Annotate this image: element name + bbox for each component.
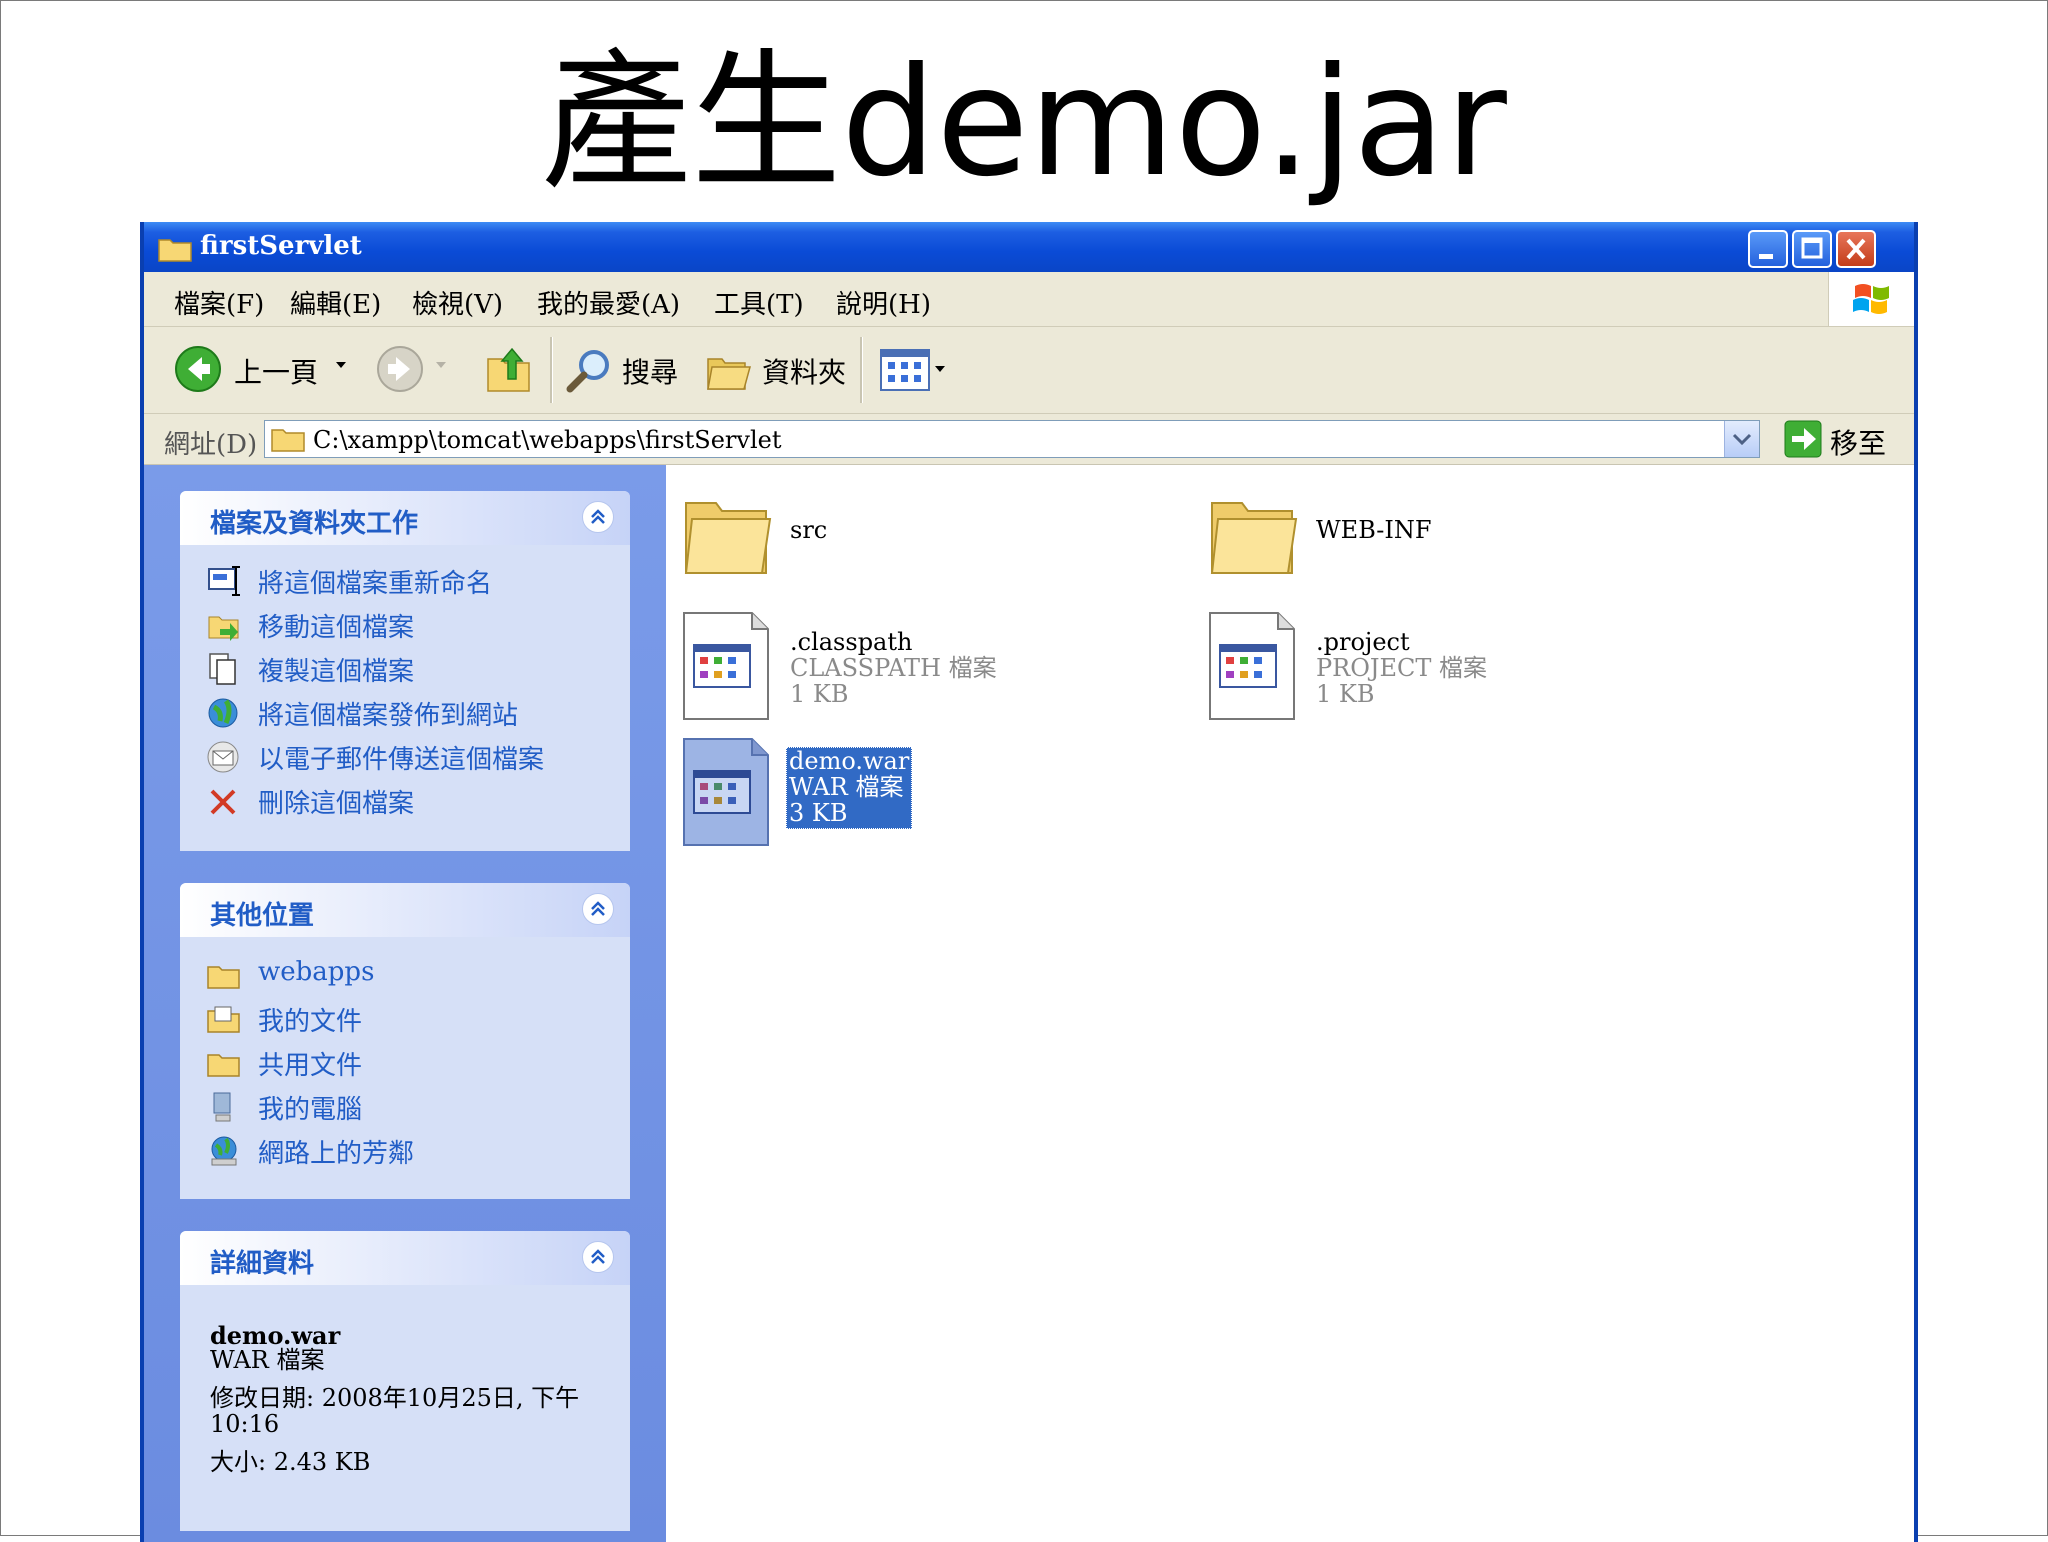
menu-bar: 檔案(F) 編輯(E) 檢視(V) 我的最愛(A) 工具(T) 說明(H) [144,272,1914,327]
toolbar-separator [550,337,553,403]
place-label: 網路上的芳鄰 [258,1139,415,1169]
explorer-window: firstServlet 檔案(F) 編輯(E) 檢視(V) 我的最愛(A) 工… [140,222,1918,1542]
toolbar: 上一頁 搜尋 資料夾 [144,327,1914,414]
place-label: 我的電腦 [258,1095,363,1125]
file-size: 1 KB [1316,680,1375,708]
details-panel: 詳細資料 demo.war WAR 檔案 修改日期: 2008年10月25日, … [180,1231,630,1531]
details-title: 詳細資料 [210,1249,315,1279]
copy-icon [206,651,242,687]
file-name: .project [1316,628,1410,656]
task-label: 移動這個檔案 [258,613,415,643]
task-label: 刪除這個檔案 [258,789,415,819]
task-label: 將這個檔案發佈到網站 [258,701,519,731]
details-size: 大小: 2.43 KB [210,1448,371,1476]
back-arrow-icon[interactable] [174,345,222,397]
collapse-icon[interactable] [582,501,614,533]
place-label: 我的文件 [258,1007,363,1037]
file-tasks-title: 檔案及資料夾工作 [210,509,419,539]
file-document-icon [1208,611,1298,720]
other-places-panel: 其他位置 webapps 我的文件 共用文件 我的電腦 網路上的芳鄰 [180,883,630,1199]
file-name: demo.war [789,747,910,775]
place-label: 共用文件 [258,1051,363,1081]
file-document-icon [682,737,772,846]
folder-icon [206,957,242,993]
toolbar-separator [860,337,863,403]
other-places-title: 其他位置 [210,901,315,931]
close-button[interactable] [1836,230,1876,268]
minimize-icon [1759,254,1773,259]
details-modified-time: 10:16 [210,1410,280,1438]
details-file-type: WAR 檔案 [210,1346,325,1374]
menu-edit[interactable]: 編輯(E) [290,284,381,321]
file-type: PROJECT 檔案 [1316,654,1488,682]
menu-favorites[interactable]: 我的最愛(A) [537,284,680,321]
folder-icon [682,489,772,589]
place-label: webapps [258,957,375,987]
folders-button[interactable]: 資料夾 [762,351,846,391]
menu-view[interactable]: 檢視(V) [412,284,503,321]
address-path: C:\xampp\tomcat\webapps\firstServlet [313,426,782,454]
folder-icon [158,236,192,266]
title-bar[interactable]: firstServlet [144,222,1914,272]
collapse-icon[interactable] [582,1241,614,1273]
forward-dropdown-icon[interactable] [434,357,448,376]
network-icon [206,1133,242,1169]
selection-highlight: demo.war WAR 檔案 3 KB [786,747,912,829]
documents-icon [206,1001,242,1037]
collapse-icon[interactable] [582,893,614,925]
file-type: WAR 檔案 [789,773,904,801]
back-button[interactable]: 上一頁 [234,351,318,391]
folder-icon [1208,489,1298,589]
file-tasks-header[interactable]: 檔案及資料夾工作 [180,491,630,545]
file-name: src [790,516,828,544]
up-folder-icon[interactable] [484,343,534,399]
views-icon[interactable] [880,349,948,395]
maximize-icon [1801,237,1823,259]
menu-tools[interactable]: 工具(T) [714,284,804,321]
file-document-icon [682,611,772,720]
close-icon [1846,238,1866,260]
other-places-header[interactable]: 其他位置 [180,883,630,937]
address-dropdown-button[interactable] [1724,421,1759,457]
computer-icon [206,1089,242,1125]
menu-file[interactable]: 檔案(F) [174,284,264,321]
folders-icon[interactable] [704,345,754,399]
search-button[interactable]: 搜尋 [622,351,678,391]
back-dropdown-icon[interactable] [334,357,348,376]
task-label: 複製這個檔案 [258,657,415,687]
menu-help[interactable]: 說明(H) [836,284,931,321]
details-modified: 修改日期: 2008年10月25日, 下午 [210,1384,580,1412]
details-header[interactable]: 詳細資料 [180,1231,630,1285]
task-pane: 檔案及資料夾工作 將這個檔案重新命名 移動這個檔案 複製這個檔案 將這個檔案發佈… [144,465,666,1542]
file-name: .classpath [790,628,913,656]
address-label: 網址(D) [164,430,258,460]
search-icon[interactable] [564,345,614,399]
file-size: 3 KB [789,799,848,827]
folder-icon [206,1045,242,1081]
rename-icon [206,563,242,599]
forward-arrow-icon[interactable] [376,345,424,397]
window-title: firstServlet [200,231,362,261]
chevron-down-icon [1732,433,1752,446]
envelope-icon [206,739,242,775]
slide-title: 產生demo.jar [541,36,1507,210]
folder-icon [271,425,305,457]
move-icon [206,607,242,643]
file-type: CLASSPATH 檔案 [790,654,997,682]
go-arrow-icon[interactable] [1784,420,1822,462]
address-input[interactable]: C:\xampp\tomcat\webapps\firstServlet [264,420,1760,458]
file-size: 1 KB [790,680,849,708]
maximize-button[interactable] [1792,230,1832,268]
address-bar: 網址(D) C:\xampp\tomcat\webapps\firstServl… [144,414,1914,465]
delete-icon [206,783,242,819]
windows-logo-icon [1828,272,1914,326]
file-name: WEB-INF [1316,516,1432,544]
task-label: 將這個檔案重新命名 [258,569,493,599]
file-tasks-panel: 檔案及資料夾工作 將這個檔案重新命名 移動這個檔案 複製這個檔案 將這個檔案發佈… [180,491,630,851]
file-list: src WEB-INF .classpath CLASSPATH 檔案 1 KB… [666,465,1914,1542]
go-button[interactable]: 移至 [1830,422,1886,462]
task-label: 以電子郵件傳送這個檔案 [258,745,545,775]
minimize-button[interactable] [1748,230,1788,268]
globe-icon [206,695,242,731]
